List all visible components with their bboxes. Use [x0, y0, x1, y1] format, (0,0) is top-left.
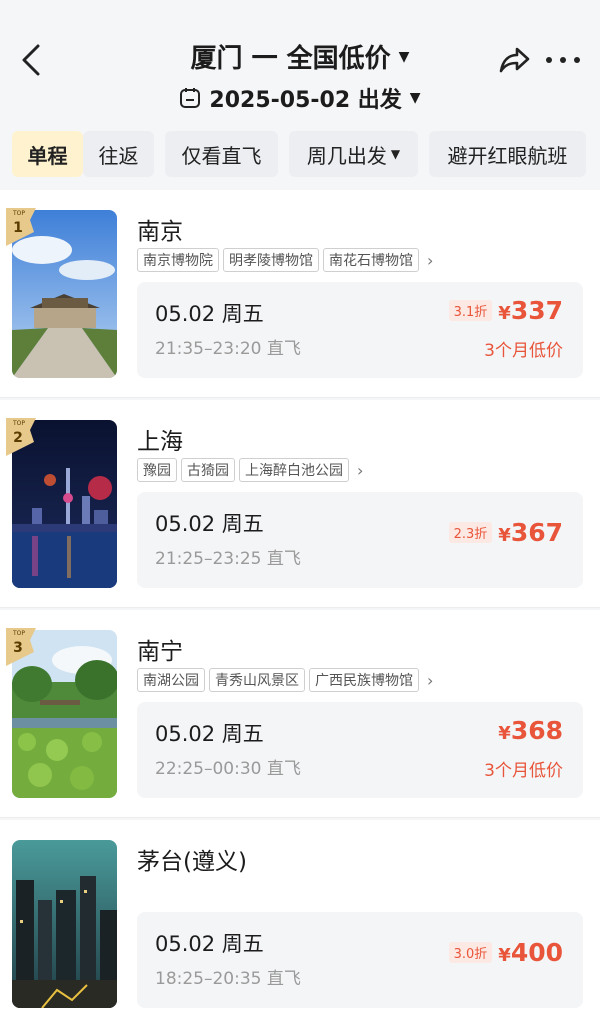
city-night-image	[12, 840, 117, 1008]
more-icon[interactable]	[546, 46, 580, 74]
flight-time: 18:25–20:35 直飞	[155, 969, 301, 989]
low-price-label: 3个月低价	[484, 341, 563, 361]
price-row: 3.1折 ¥337	[448, 296, 563, 325]
rank-number: 3	[13, 640, 23, 656]
city-name: 南京	[137, 219, 183, 245]
price-value: 400	[510, 938, 563, 967]
attraction-tags: 南京博物院 明孝陵博物馆 南花石博物馆 ›	[137, 248, 433, 272]
caret-down-icon: ▼	[398, 48, 410, 65]
flight-date: 05.02 周五	[155, 932, 264, 956]
flight-date: 05.02 周五	[155, 512, 264, 536]
flight-info-box[interactable]: 05.02 周五 21:25–23:25 直飞 2.3折 ¥367	[137, 492, 583, 588]
attraction-tags: 豫园 古猗园 上海醉白池公园 ›	[137, 458, 363, 482]
price-value: 337	[510, 296, 563, 325]
price: ¥400	[498, 938, 563, 967]
attraction-tag[interactable]: 古猗园	[181, 458, 235, 482]
price: ¥367	[498, 518, 563, 547]
destination-card[interactable]: TOP 3 南宁 南湖公园 青秀山风景区 广西民族博物馆 › 05.02 周五 …	[0, 610, 600, 818]
flight-time: 22:25–00:30 直飞	[155, 759, 301, 779]
price-row: ¥368	[498, 716, 563, 745]
discount-badge: 2.3折	[448, 522, 493, 543]
price-row: 3.0折 ¥400	[448, 938, 563, 967]
flight-date: 05.02 周五	[155, 302, 264, 326]
destination-card[interactable]: 茅台(遵义) 05.02 周五 18:25–20:35 直飞 3.0折 ¥400	[0, 820, 600, 1025]
attraction-tag[interactable]: 广西民族博物馆	[309, 668, 419, 692]
rank-top-label: TOP	[12, 630, 25, 637]
rank-badge: TOP 3	[6, 628, 36, 666]
flight-date: 05.02 周五	[155, 722, 264, 746]
flight-info-box[interactable]: 05.02 周五 18:25–20:35 直飞 3.0折 ¥400	[137, 912, 583, 1008]
city-name: 上海	[137, 429, 183, 455]
direct-only-filter[interactable]: 仅看直飞	[165, 131, 278, 177]
rank-number: 2	[13, 430, 23, 446]
discount-badge: 3.1折	[448, 300, 493, 321]
calendar-icon	[180, 88, 201, 108]
attraction-tags: 南湖公园 青秀山风景区 广西民族博物馆 ›	[137, 668, 433, 692]
chip-label: 单程	[27, 143, 68, 168]
caret-down-icon: ▼	[409, 90, 421, 106]
divider	[0, 817, 600, 818]
city-name: 茅台(遵义)	[137, 849, 247, 875]
currency-symbol: ¥	[498, 723, 511, 744]
flight-time: 21:35–23:20 直飞	[155, 339, 301, 359]
route-title-text: 厦门 一 全国低价	[190, 44, 391, 74]
price-value: 368	[510, 716, 563, 745]
attraction-tag[interactable]: 青秀山风景区	[209, 668, 305, 692]
attraction-tag[interactable]: 南湖公园	[137, 668, 205, 692]
divider	[0, 607, 600, 608]
chip-label: 周几出发	[306, 143, 387, 168]
city-name: 南宁	[137, 639, 183, 665]
attraction-tag[interactable]: 南京博物院	[137, 248, 219, 272]
currency-symbol: ¥	[498, 525, 511, 546]
chip-label: 往返	[98, 143, 139, 168]
date-text: 2025-05-02 出发	[209, 88, 402, 113]
chip-label: 避开红眼航班	[447, 143, 568, 168]
destination-card[interactable]: TOP 1 南京 南京博物院 明孝陵博物馆 南花石博物馆 › 05.02 周五 …	[0, 190, 600, 398]
price-row: 2.3折 ¥367	[448, 518, 563, 547]
avoid-redeye-filter[interactable]: 避开红眼航班	[429, 131, 586, 177]
round-trip-tab[interactable]: 往返	[83, 131, 154, 177]
rank-top-label: TOP	[12, 420, 25, 427]
rank-top-label: TOP	[12, 210, 25, 217]
price: ¥337	[498, 296, 563, 325]
one-way-tab[interactable]: 单程	[12, 131, 83, 177]
attraction-tag[interactable]: 南花石博物馆	[323, 248, 419, 272]
filter-bar: 单程 往返 仅看直飞 周几出发 ▼ 避开红眼航班	[0, 131, 600, 179]
low-price-label: 3个月低价	[484, 761, 563, 781]
chevron-right-icon[interactable]: ›	[427, 671, 433, 690]
discount-badge: 3.0折	[448, 942, 493, 963]
destination-card[interactable]: TOP 2 上海 豫园 古猗园 上海醉白池公园 › 05.02 周五 21:25…	[0, 400, 600, 608]
attraction-tag[interactable]: 明孝陵博物馆	[223, 248, 319, 272]
weekday-filter[interactable]: 周几出发 ▼	[289, 131, 418, 177]
flight-info-box[interactable]: 05.02 周五 21:35–23:20 直飞 3.1折 ¥337 3个月低价	[137, 282, 583, 378]
route-title[interactable]: 厦门 一 全国低价 ▼	[191, 38, 410, 75]
currency-symbol: ¥	[498, 303, 511, 324]
price-value: 367	[510, 518, 563, 547]
caret-down-icon: ▼	[390, 147, 401, 161]
top-bar: 厦门 一 全国低价 ▼ 2025-05-02 出发 ▼	[0, 0, 600, 125]
price: ¥368	[498, 716, 563, 745]
rank-badge: TOP 2	[6, 418, 36, 456]
chip-label: 仅看直飞	[181, 143, 262, 168]
attraction-tag[interactable]: 豫园	[137, 458, 177, 482]
rank-badge: TOP 1	[6, 208, 36, 246]
date-selector[interactable]: 2025-05-02 出发 ▼	[179, 82, 421, 114]
attraction-tag[interactable]: 上海醉白池公园	[239, 458, 349, 482]
chevron-right-icon[interactable]: ›	[357, 461, 363, 480]
chevron-right-icon[interactable]: ›	[427, 251, 433, 270]
share-icon[interactable]	[496, 44, 532, 76]
rank-number: 1	[13, 220, 23, 236]
divider	[0, 397, 600, 398]
flight-info-box[interactable]: 05.02 周五 22:25–00:30 直飞 ¥368 3个月低价	[137, 702, 583, 798]
flight-time: 21:25–23:25 直飞	[155, 549, 301, 569]
currency-symbol: ¥	[498, 945, 511, 966]
